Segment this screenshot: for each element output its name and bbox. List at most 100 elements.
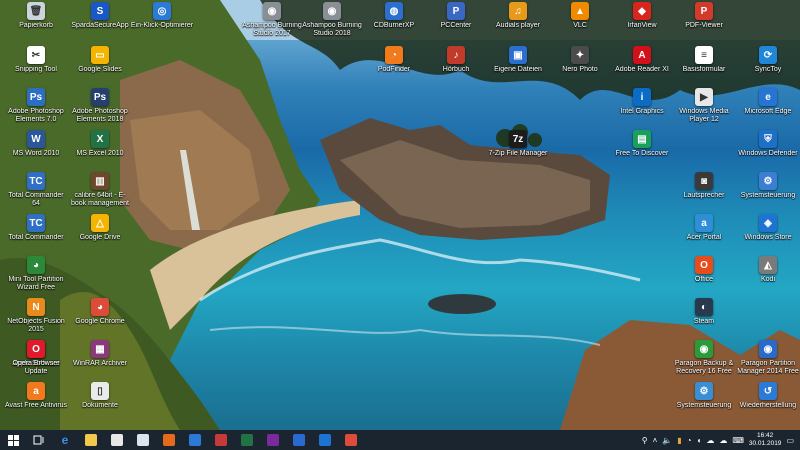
desktop-icon[interactable]: 7z 7-Zip File Manager bbox=[486, 130, 550, 174]
taskbar-firefox-button[interactable] bbox=[156, 430, 182, 450]
taskbar-mail-button[interactable] bbox=[182, 430, 208, 450]
desktop-icon-label: Systemsteuerung bbox=[740, 192, 796, 199]
clock[interactable]: 16:42 30.01.2019 bbox=[749, 432, 782, 448]
desktop-icon[interactable]: ▶ Windows Media Player 12 bbox=[672, 88, 736, 132]
taskbar-photos-button[interactable] bbox=[208, 430, 234, 450]
desktop-icon[interactable]: ▯ Dokumente bbox=[68, 382, 132, 426]
desktop-icon[interactable]: ◉ Ashampoo Burning Studio 2017 bbox=[240, 2, 304, 46]
desktop-icon[interactable]: a Avast Free Antivirus bbox=[4, 382, 68, 426]
desktop-icon-label: calibre 64bit - E-book management bbox=[71, 192, 129, 207]
desktop-icon[interactable]: S SpardaSecureApp bbox=[68, 2, 132, 46]
desktop-icon[interactable]: X MS Excel 2010 bbox=[68, 130, 132, 174]
task-view-button[interactable] bbox=[26, 430, 52, 450]
desktop-icon[interactable]: ▤ Free To Discover bbox=[610, 130, 674, 174]
desktop-icon[interactable]: ↺ Wiederherstellung bbox=[736, 382, 800, 426]
desktop-icon[interactable]: O Opera Browser bbox=[4, 340, 68, 384]
desktop-icon-label: Total Commander bbox=[8, 234, 64, 241]
desktop-icon-label: Paragon Partition Manager 2014 Free bbox=[737, 360, 799, 375]
onedrive-icon[interactable]: ☁ bbox=[719, 436, 727, 445]
desktop-icon[interactable]: ⚙ Systemsteuerung bbox=[736, 172, 800, 216]
taskbar-file-explorer-button[interactable] bbox=[78, 430, 104, 450]
desktop-icon-label: PDF-Viewer bbox=[685, 22, 723, 29]
desktop-icon[interactable]: ◐ Steam bbox=[672, 298, 736, 342]
desktop-icon-label: Office bbox=[694, 276, 714, 283]
sound-icon[interactable]: ◖ bbox=[697, 436, 702, 445]
desktop-icon-label: Adobe Photoshop Elements 7.0 bbox=[8, 108, 64, 123]
people-icon[interactable]: ⚲ bbox=[642, 436, 648, 445]
desktop-icon[interactable]: ♫ Audials player bbox=[486, 2, 550, 46]
onenote-icon bbox=[267, 434, 279, 446]
desktop-icon[interactable]: ◙ Lautsprecher bbox=[672, 172, 736, 216]
desktop-icon[interactable]: TC Total Commander bbox=[4, 214, 68, 258]
desktop-icon[interactable]: N NetObjects Fusion 2015 bbox=[4, 298, 68, 342]
desktop-icon[interactable]: ≡ Basisformular bbox=[672, 46, 736, 90]
desktop-icon[interactable]: e Microsoft Edge bbox=[736, 88, 800, 132]
desktop-icon[interactable]: P PCCenter bbox=[424, 2, 488, 46]
desktop-icon[interactable]: ▥ calibre 64bit - E-book management bbox=[68, 172, 132, 216]
desktop-icon[interactable]: ◉ Ashampoo Burning Studio 2018 bbox=[300, 2, 364, 46]
desktop-icon[interactable]: ◕ Mini Tool Partition Wizard Free bbox=[4, 256, 68, 300]
taskbar-outlook-button[interactable] bbox=[312, 430, 338, 450]
desktop-icon[interactable]: ◈ Windows Store bbox=[736, 214, 800, 258]
taskbar-excel-button[interactable] bbox=[234, 430, 260, 450]
desktop-icon[interactable]: ◍ CDBurnerXP bbox=[362, 2, 426, 46]
taskbar-store-button[interactable] bbox=[104, 430, 130, 450]
desktop-icon[interactable]: ✦ Nero Photo bbox=[548, 46, 612, 90]
desktop-icon-label: Dokumente bbox=[82, 402, 118, 409]
desktop-icon[interactable]: ◉ Paragon Backup & Recovery 16 Free bbox=[672, 340, 736, 384]
desktop-icon-label: Paragon Backup & Recovery 16 Free bbox=[674, 360, 734, 375]
desktop-icon[interactable]: ⟳ SyncToy bbox=[736, 46, 800, 90]
desktop-icon[interactable]: i Intel Graphics bbox=[610, 88, 674, 132]
desktop-icon[interactable]: ♪ Hörbuch bbox=[424, 46, 488, 90]
media-player-icon: ▶ bbox=[695, 88, 713, 106]
desktop-icon[interactable]: 🗑 Papierkorb bbox=[4, 2, 68, 46]
desktop-icon-label: SyncToy bbox=[754, 66, 782, 73]
desktop-icon-label: Adobe Reader XI bbox=[615, 66, 669, 73]
desktop-icon[interactable]: ⛨ Windows Defender bbox=[736, 130, 800, 174]
store-icon: ◈ bbox=[759, 214, 777, 232]
desktop-icon-label: Basisformular bbox=[682, 66, 726, 73]
desktop-icon[interactable]: TC Total Commander 64 bbox=[4, 172, 68, 216]
desktop-icon-label: Google Drive bbox=[79, 234, 121, 241]
desktop-icon[interactable]: O Office bbox=[672, 256, 736, 300]
taskbar-notepad-button[interactable] bbox=[130, 430, 156, 450]
desktop-icon[interactable]: Ps Adobe Photoshop Elements 2018 bbox=[68, 88, 132, 132]
desktop-icon[interactable]: Ps Adobe Photoshop Elements 7.0 bbox=[4, 88, 68, 132]
desktop-icon[interactable]: ◎ Ein-Klick-Optimierer bbox=[130, 2, 194, 46]
desktop-icon[interactable]: ⚙ Systemsteuerung bbox=[672, 382, 736, 426]
desktop-icon[interactable]: ◔ PodFinder bbox=[362, 46, 426, 90]
desktop-icon[interactable]: W MS Word 2010 bbox=[4, 130, 68, 174]
network-icon[interactable]: ◔ bbox=[687, 436, 692, 445]
desktop-icon-label: Snipping Tool bbox=[15, 66, 57, 73]
cdburner-icon: ◍ bbox=[385, 2, 403, 20]
desktop-icon[interactable]: ▦ WinRAR Archiver bbox=[68, 340, 132, 384]
taskbar-onenote-button[interactable] bbox=[260, 430, 286, 450]
desktop-icon[interactable]: ◆ IrfanView bbox=[610, 2, 674, 46]
desktop-icon[interactable]: ▲ VLC bbox=[548, 2, 612, 46]
start-button[interactable] bbox=[0, 430, 26, 450]
taskbar-save-button[interactable] bbox=[286, 430, 312, 450]
keyboard-icon[interactable]: ⌨ bbox=[732, 436, 744, 445]
taskbar-chrome-button[interactable] bbox=[338, 430, 364, 450]
volume-icon[interactable]: 🔈 bbox=[662, 436, 672, 445]
desktop-icon[interactable]: P PDF-Viewer bbox=[672, 2, 736, 46]
notification-icon[interactable]: ▭ bbox=[786, 436, 794, 445]
desktop-icon-label: Ashampoo Burning Studio 2018 bbox=[302, 22, 362, 37]
desktop-icon[interactable]: A Adobe Reader XI bbox=[610, 46, 674, 90]
desktop-icon[interactable]: ✂ Snipping Tool bbox=[4, 46, 68, 90]
desktop-icon[interactable]: ▣ Eigene Dateien bbox=[486, 46, 550, 90]
edge-taskbar-button[interactable]: e bbox=[52, 430, 78, 450]
desktop-icon[interactable]: ◕ Google Chrome bbox=[68, 298, 132, 342]
desktop-icon[interactable]: ◭ Kodi bbox=[736, 256, 800, 300]
adobe-reader-icon: A bbox=[633, 46, 651, 64]
netobjects-icon: N bbox=[27, 298, 45, 316]
photoshop-elements-icon: Ps bbox=[27, 88, 45, 106]
battery-icon[interactable]: ▮ bbox=[677, 436, 681, 445]
desktop-icon[interactable]: △ Google Drive bbox=[68, 214, 132, 258]
audials-icon: ♫ bbox=[509, 2, 527, 20]
cloud-icon[interactable]: ☁ bbox=[706, 436, 714, 445]
desktop-icon[interactable]: a Acer Portal bbox=[672, 214, 736, 258]
desktop-icon[interactable]: ▭ Google Slides bbox=[68, 46, 132, 90]
chevron-up-icon[interactable]: ˄ bbox=[653, 436, 658, 445]
desktop-icon[interactable]: ◉ Paragon Partition Manager 2014 Free bbox=[736, 340, 800, 384]
